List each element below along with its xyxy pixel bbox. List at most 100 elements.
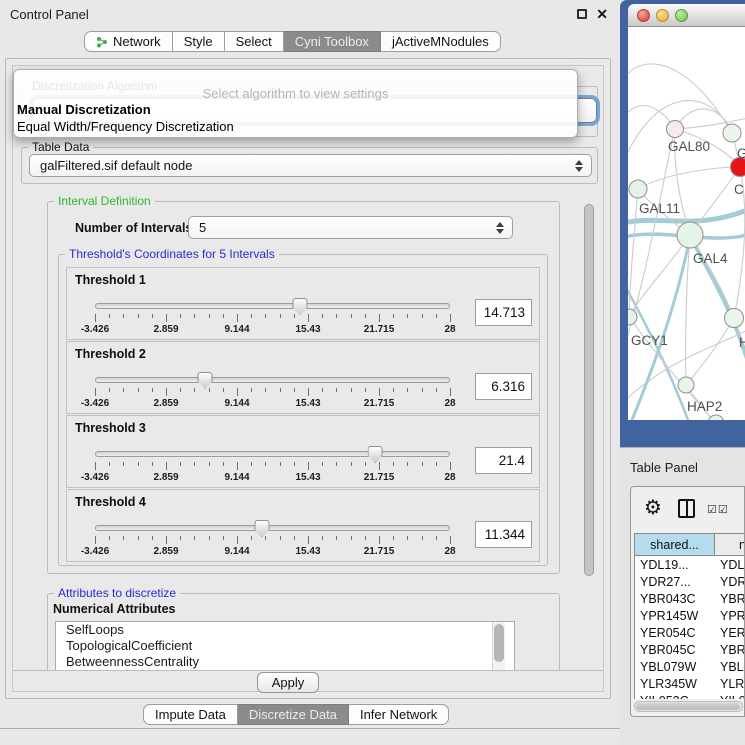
tab-style[interactable]: Style (173, 31, 225, 52)
table-row[interactable]: YDR27...YDR2 (635, 573, 745, 590)
network-edge[interactable] (686, 318, 734, 385)
slider-thumb[interactable] (368, 446, 383, 463)
slider-thumb[interactable] (198, 372, 213, 389)
table-data-value: galFiltered.sif default node (40, 158, 192, 173)
slider-thumb[interactable] (254, 520, 269, 537)
minimize-traffic-light-icon[interactable] (656, 9, 669, 22)
threshold-1-slider[interactable]: -3.4262.8599.14415.4321.71528 (95, 298, 450, 338)
table-row[interactable]: YBL079WYBL0 (635, 658, 745, 675)
node-gal4[interactable] (677, 222, 703, 248)
cell-shared-name[interactable]: YIL052C (635, 694, 716, 700)
cell-name[interactable]: YDL1 (716, 558, 745, 572)
tick-label: 21.715 (364, 398, 395, 409)
tab-jactivemnodules[interactable]: jActiveMNodules (381, 31, 501, 52)
network-edge-thick[interactable] (628, 277, 688, 420)
cell-name[interactable]: YBR0 (716, 592, 745, 606)
divider (13, 670, 603, 671)
cell-name[interactable]: YBR0 (716, 643, 745, 657)
float-window-icon[interactable] (577, 9, 587, 19)
network-edge[interactable] (629, 189, 638, 317)
popup-item-equal-width-frequency-discretization[interactable]: Equal Width/Frequency Discretization (17, 119, 234, 134)
cell-name[interactable]: YLR3 (716, 677, 745, 691)
cell-name[interactable]: YIL0 (716, 694, 745, 700)
horizontal-scrollbar[interactable] (634, 701, 743, 712)
network-canvas[interactable]: GAL80GCGAL11GAL4GCY1HHAP2 (628, 27, 745, 420)
column-layout-icon[interactable] (678, 499, 695, 518)
threshold-2-value-field[interactable]: 6.316 (475, 373, 532, 400)
tab-network[interactable]: Network (84, 31, 173, 52)
close-traffic-light-icon[interactable] (637, 9, 650, 22)
threshold-3-value-field[interactable]: 21.4 (475, 447, 532, 474)
network-edge-thick[interactable] (632, 236, 690, 420)
zoom-traffic-light-icon[interactable] (675, 9, 688, 22)
node-label-gal80: GAL80 (668, 139, 710, 154)
cell-name[interactable]: YPR1 (716, 609, 745, 623)
node-gal11[interactable] (629, 180, 647, 198)
attribute-item-selfloops[interactable]: SelfLoops (56, 622, 514, 638)
cell-name[interactable]: YER0 (716, 626, 745, 640)
cell-shared-name[interactable]: YER054C (635, 626, 716, 640)
attribute-item-topologicalcoefficient[interactable]: TopologicalCoefficient (56, 638, 514, 654)
table-row[interactable]: YDL19...YDL1 (635, 556, 745, 573)
node-pink[interactable] (667, 121, 684, 138)
attribute-item-betweennesscentrality[interactable]: BetweennessCentrality (56, 654, 514, 670)
table-row[interactable]: YPR145WYPR1 (635, 607, 745, 624)
threshold-3-slider[interactable]: -3.4262.8599.14415.4321.71528 (95, 446, 450, 486)
list-scrollbar-thumb[interactable] (494, 624, 504, 662)
column-header-name[interactable]: n (715, 533, 745, 556)
threshold-4-value-field[interactable]: 11.344 (475, 521, 532, 548)
number-of-intervals-combobox[interactable]: 5 (188, 216, 513, 239)
network-window-titlebar[interactable] (628, 4, 745, 27)
network-edge[interactable] (638, 167, 740, 189)
network-edge[interactable] (628, 129, 675, 367)
cell-shared-name[interactable]: YBL079W (635, 660, 716, 674)
cell-shared-name[interactable]: YDL19... (635, 558, 716, 572)
vertical-scrollbar[interactable] (584, 190, 595, 668)
cell-name[interactable]: YBL0 (716, 660, 745, 674)
node-bottom[interactable] (708, 415, 724, 420)
horizontal-scrollbar-thumb[interactable] (636, 703, 740, 710)
column-header-shared-name[interactable]: shared... (634, 533, 715, 556)
numerical-attributes-list[interactable]: SelfLoopsTopologicalCoefficientBetweenne… (55, 621, 515, 670)
popup-item-manual-discretization[interactable]: Manual Discretization (17, 102, 151, 117)
settings-gear-icon[interactable]: ⚙ (644, 495, 662, 519)
cell-name[interactable]: YDR2 (716, 575, 745, 589)
table-row[interactable]: YER054CYER0 (635, 624, 745, 641)
threshold-1-value-field[interactable]: 14.713 (475, 299, 532, 326)
node-gcy1[interactable] (628, 309, 637, 325)
cell-shared-name[interactable]: YBR043C (635, 592, 716, 606)
table-row[interactable]: YBR043CYBR0 (635, 590, 745, 607)
cell-shared-name[interactable]: YPR145W (635, 609, 716, 623)
slider-track[interactable] (95, 451, 450, 457)
tab-cyni-toolbox[interactable]: Cyni Toolbox (284, 31, 381, 52)
vertical-scrollbar-thumb[interactable] (584, 204, 594, 576)
node-hap2[interactable] (678, 377, 694, 393)
close-icon[interactable]: ✕ (596, 7, 608, 21)
threshold-2-slider[interactable]: -3.4262.8599.14415.4321.71528 (95, 372, 450, 412)
tab-discretize-data[interactable]: Discretize Data (238, 704, 349, 725)
slider-track[interactable] (95, 303, 450, 309)
table-data-combobox[interactable]: galFiltered.sif default node (29, 154, 592, 177)
tab-select[interactable]: Select (225, 31, 284, 52)
apply-button[interactable]: Apply (257, 672, 319, 693)
slider-ticks (95, 314, 450, 323)
tick-label: 15.43 (295, 472, 320, 483)
table-row[interactable]: YLR345WYLR3 (635, 675, 745, 692)
cell-shared-name[interactable]: YDR27... (635, 575, 716, 589)
node-h[interactable] (725, 309, 744, 328)
tab-infer-network[interactable]: Infer Network (349, 704, 449, 725)
node-label-h: H (739, 335, 745, 350)
table-row[interactable]: YIL052CYIL0 (635, 692, 745, 699)
node-green-top[interactable] (723, 124, 741, 142)
slider-track[interactable] (95, 525, 450, 531)
select-columns-icon[interactable]: ☑☑ (707, 503, 729, 516)
cell-shared-name[interactable]: YLR345W (635, 677, 716, 691)
cell-shared-name[interactable]: YBR045C (635, 643, 716, 657)
threshold-4-slider[interactable]: -3.4262.8599.14415.4321.71528 (95, 520, 450, 560)
list-scrollbar[interactable] (492, 622, 505, 670)
tab-label: Network (113, 34, 161, 49)
slider-track[interactable] (95, 377, 450, 383)
tab-impute-data[interactable]: Impute Data (143, 704, 238, 725)
slider-thumb[interactable] (292, 298, 307, 315)
table-row[interactable]: YBR045CYBR0 (635, 641, 745, 658)
